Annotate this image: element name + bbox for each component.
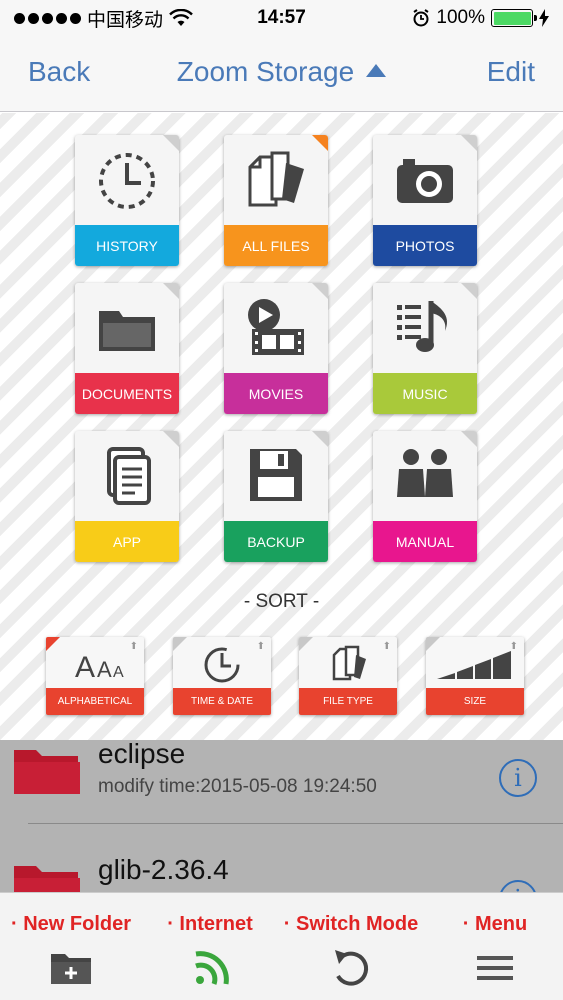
signal-strength-icon [14,12,81,24]
sort-label: FILE TYPE [299,688,397,715]
svg-text:A: A [75,651,95,683]
tool-label: · Switch Mode [283,913,419,935]
back-button[interactable]: Back [28,56,90,88]
category-documents[interactable]: DOCUMENTS [75,283,179,414]
category-label: HISTORY [75,225,179,266]
sort-label: SIZE [426,688,524,715]
new-folder-button[interactable]: · New Folder [2,893,140,1000]
sort-label: TIME & DATE [173,688,271,715]
file-name: glib-2.36.4 [98,854,229,885]
wifi-icon [169,9,193,26]
sort-time-date[interactable]: ⬆ TIME & DATE [173,637,271,715]
file-list: eclipse modify time:2015-05-08 19:24:50 … [0,740,563,892]
folder-icon [14,750,80,794]
category-label: DOCUMENTS [75,373,179,414]
info-icon: i [514,885,522,892]
battery-icon [491,9,537,27]
rss-icon [195,951,229,985]
sort-size[interactable]: ⬆ SIZE [426,637,524,715]
file-name: eclipse [98,740,186,769]
refresh-icon [335,950,369,986]
music-icon [397,301,448,352]
category-backup[interactable]: BACKUP [224,431,328,562]
status-left: 中国移动 [14,5,193,32]
category-movies[interactable]: MOVIES [224,283,328,414]
sort-title: - SORT - [243,591,320,612]
menu-button[interactable]: · Menu [440,893,550,1000]
size-bars-icon [437,651,511,679]
sort-alphabetical[interactable]: ⬆ A A A ALPHABETICAL [46,637,144,715]
category-label: APP [75,521,179,562]
clock-icon [204,647,240,683]
navigation-bar: Back Zoom Storage Edit [0,36,563,112]
file-meta: modify time:2015-05-08 19:24:50 [98,776,377,797]
storage-title: Zoom Storage [176,56,355,87]
category-label: MANUAL [373,521,477,562]
category-label: PHOTOS [373,225,477,266]
charging-icon [539,9,549,27]
category-label: MUSIC [373,373,477,414]
sort-label: ALPHABETICAL [46,688,144,715]
alarm-clock-icon [413,9,429,27]
floppy-icon [250,449,302,501]
sort-file-type[interactable]: ⬆ FILE TYPE [299,637,397,715]
document-icon [107,447,151,505]
tool-label: · New Folder [10,913,131,935]
category-history[interactable]: HISTORY [75,135,179,266]
edit-button[interactable]: Edit [487,56,535,88]
category-all-files[interactable]: ALL FILES [224,135,328,266]
file-type-icon [332,645,366,681]
people-icon [397,449,453,497]
battery-percent: 100% [436,7,485,28]
category-label: MOVIES [224,373,328,414]
status-bar: 中国移动 14:57 100% [0,0,563,36]
info-button[interactable]: i [499,880,537,892]
category-photos[interactable]: PHOTOS [373,135,477,266]
category-panel: HISTORY ALL FILES PHOTOS DOCUMENTS MOVIE… [0,113,563,740]
bottom-toolbar: · New Folder · Internet · Switch Mode · … [0,892,563,1000]
storage-selector[interactable]: Zoom Storage [176,56,387,87]
alphabet-icon: A A A [75,651,124,683]
list-item[interactable]: eclipse modify time:2015-05-08 19:24:50 … [0,740,563,824]
category-label: ALL FILES [224,225,328,266]
info-icon: i [514,764,522,792]
category-label: BACKUP [224,521,328,562]
carrier-name: 中国移动 [87,9,164,31]
tool-label: · Menu [462,913,528,935]
category-music[interactable]: MUSIC [373,283,477,414]
files-icon [248,151,304,207]
new-folder-icon [51,954,91,984]
switch-mode-button[interactable]: · Switch Mode [272,893,430,1000]
list-item[interactable]: glib-2.36.4 i [0,824,563,892]
status-right: 100% [412,7,549,29]
svg-text:A: A [113,664,124,681]
internet-button[interactable]: · Internet [150,893,270,1000]
svg-text:A: A [97,657,112,682]
camera-icon [397,159,453,203]
folder-icon [99,311,155,351]
clock-dashed-icon [99,153,155,209]
category-manual[interactable]: MANUAL [373,431,477,562]
triangle-up-icon [366,64,387,77]
tool-label: · Internet [167,913,253,935]
category-app[interactable]: APP [75,431,179,562]
folder-icon [14,866,80,892]
hamburger-icon [477,956,513,980]
info-button[interactable]: i [499,759,537,797]
movie-icon [248,299,304,355]
